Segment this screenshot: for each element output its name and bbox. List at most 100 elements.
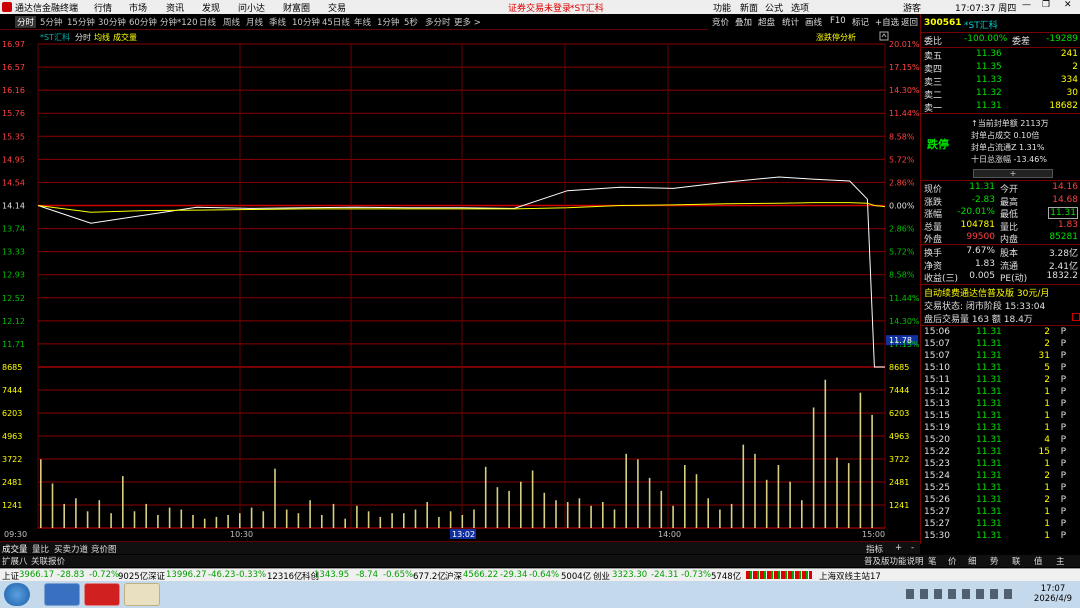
tab-yearly[interactable]: 年线 xyxy=(354,16,371,28)
feature-help-link[interactable]: 普及版功能说明 xyxy=(864,555,924,567)
menu-gongneng[interactable]: 功能 xyxy=(713,1,731,14)
tab-multi[interactable]: 多分时 xyxy=(425,16,451,28)
weibi-label: 委比 xyxy=(924,37,943,47)
tab-5min[interactable]: 5分钟 xyxy=(40,16,62,28)
tick-time: 15:11 xyxy=(924,375,950,385)
menu-zixun[interactable]: 资讯 xyxy=(166,1,184,14)
volume-bar xyxy=(543,492,546,528)
tick-volume: 2 xyxy=(1044,327,1050,337)
volume-bar xyxy=(215,516,218,528)
btn-zixuan[interactable]: +自选 xyxy=(875,16,899,28)
menu-caifuquan[interactable]: 财富圈 xyxy=(283,1,310,14)
tab-15min[interactable]: 15分钟 xyxy=(67,16,95,28)
tab-1min[interactable]: 1分钟 xyxy=(377,16,399,28)
quote-value2: 85281 xyxy=(1049,232,1078,242)
close-icon[interactable]: ✕ xyxy=(1064,0,1072,10)
limit-status: 跌停 xyxy=(927,138,949,151)
menu-jiaoyi[interactable]: 交易 xyxy=(328,1,346,14)
tray-clock[interactable]: 17:07 2026/4/9 xyxy=(1030,584,1076,604)
btn-jingjia[interactable]: 竞价 xyxy=(712,16,729,28)
tab-5sec[interactable]: 5秒 xyxy=(404,16,418,28)
rtab-lian[interactable]: 联 xyxy=(1012,555,1021,567)
ask-row[interactable]: 卖五 11.36 241 xyxy=(924,49,1080,62)
restore-icon[interactable]: ❐ xyxy=(1042,0,1050,10)
btn-diejia[interactable]: 叠加 xyxy=(735,16,752,28)
taskbar-app-paint-icon[interactable] xyxy=(124,583,160,606)
ask-price: 11.31 xyxy=(976,101,1002,111)
taskbar-app-browser-icon[interactable] xyxy=(44,583,80,606)
btn-huaxian[interactable]: 画线 xyxy=(805,16,822,28)
intraday-chart[interactable]: 16.97 20.01% 16.57 17.15% 16.16 14.30% 15.76 11… xyxy=(0,31,920,541)
tray-icons[interactable] xyxy=(906,589,1016,599)
zoom-in-button[interactable]: + xyxy=(895,543,902,553)
menu-shichang[interactable]: 市场 xyxy=(129,1,147,14)
rtab-zhi[interactable]: 值 xyxy=(1034,555,1043,567)
tab-60min[interactable]: 60分钟 xyxy=(129,16,157,28)
ask-row[interactable]: 卖一 11.31 18682 xyxy=(924,101,1080,114)
index-sh-pct: -0.72% xyxy=(89,570,120,580)
menu-faxian[interactable]: 发现 xyxy=(202,1,220,14)
login-notice[interactable]: 证券交易未登录 xyxy=(508,1,571,14)
start-button-icon[interactable] xyxy=(4,583,30,606)
rtab-xi[interactable]: 细 xyxy=(968,555,977,567)
tick-side: P xyxy=(1060,519,1066,529)
btn-biaoji[interactable]: 标记 xyxy=(852,16,869,28)
tab-weekly[interactable]: 周线 xyxy=(223,16,240,28)
rtab-jia[interactable]: 价 xyxy=(948,555,957,567)
tab-auction[interactable]: 竞价图 xyxy=(91,543,117,555)
btn-f10[interactable]: F10 xyxy=(830,16,846,26)
tab-related-quote[interactable]: 关联报价 xyxy=(31,555,65,567)
tick-time: 15:27 xyxy=(924,507,950,517)
volume-bar xyxy=(742,444,745,528)
menu-hangqing[interactable]: 行情 xyxy=(94,1,112,14)
tab-liangbi[interactable]: 量比 xyxy=(32,543,49,555)
menu-xinmian[interactable]: 新面 xyxy=(740,1,758,14)
tab-more[interactable]: 更多 > xyxy=(454,16,481,28)
tab-min120[interactable]: 分钟*120 xyxy=(160,16,197,28)
volume-bar xyxy=(414,509,417,528)
tab-45day[interactable]: 45日线 xyxy=(322,16,350,28)
ask-row[interactable]: 卖二 11.32 30 xyxy=(924,88,1080,101)
rtab-bi[interactable]: 笔 xyxy=(928,555,937,567)
tab-quarterly[interactable]: 季线 xyxy=(269,16,286,28)
tick-price: 11.31 xyxy=(976,399,1002,409)
btn-tongji[interactable]: 统计 xyxy=(782,16,799,28)
volume-tick-label-right: 1241 xyxy=(889,501,909,510)
rtab-zhu[interactable]: 主 xyxy=(1056,555,1065,567)
menu-wenxiaoda[interactable]: 问小达 xyxy=(238,1,265,14)
volume-bar xyxy=(789,481,791,528)
tab-daily[interactable]: 日线 xyxy=(199,16,216,28)
tab-monthly[interactable]: 月线 xyxy=(246,16,263,28)
indicator-button[interactable]: 指标 xyxy=(866,543,883,555)
expand-button[interactable]: + xyxy=(973,169,1053,178)
minimize-icon[interactable]: — xyxy=(1022,0,1031,10)
promo-row[interactable]: 自动续费通达信普及版 30元/月 xyxy=(924,286,1080,299)
btn-fanhui[interactable]: 返回 xyxy=(901,16,918,28)
fund-value2: 3.28亿 xyxy=(1048,249,1078,259)
volume-bar xyxy=(180,509,183,528)
tab-volume[interactable]: 成交量 xyxy=(2,543,28,555)
guest-label[interactable]: 游客 xyxy=(903,1,921,14)
zoom-out-button[interactable]: - xyxy=(911,543,914,553)
tab-fenshi[interactable]: 分时 xyxy=(15,16,37,28)
ask-row[interactable]: 卖三 11.33 334 xyxy=(924,75,1080,88)
taskbar-app-tdx-icon[interactable] xyxy=(84,583,120,606)
stock-code: 300561 xyxy=(924,18,962,28)
promo-text[interactable]: 自动续费通达信普及版 30元/月 xyxy=(924,286,1049,299)
tab-30min[interactable]: 30分钟 xyxy=(98,16,126,28)
weicha-label: 委差 xyxy=(1012,37,1031,47)
tick-row: 15:30 11.31 1 P xyxy=(924,531,1080,543)
menu-gongshi[interactable]: 公式 xyxy=(765,1,783,14)
tab-buysell[interactable]: 买卖力道 xyxy=(54,543,88,555)
fund-value: 7.67% xyxy=(966,246,995,256)
tab-extend8[interactable]: 扩展八 xyxy=(2,555,28,567)
menu-xuanxiang[interactable]: 选项 xyxy=(791,1,809,14)
ask-price: 11.36 xyxy=(976,49,1002,59)
collapse-small-icon[interactable] xyxy=(1072,313,1080,321)
volume-tick-label-right: 4963 xyxy=(889,432,909,441)
btn-chaopan[interactable]: 超盘 xyxy=(758,16,775,28)
ask-row[interactable]: 卖四 11.35 2 xyxy=(924,62,1080,75)
tab-10min[interactable]: 10分钟 xyxy=(292,16,320,28)
rtab-shi[interactable]: 势 xyxy=(990,555,999,567)
tick-side: P xyxy=(1060,423,1066,433)
